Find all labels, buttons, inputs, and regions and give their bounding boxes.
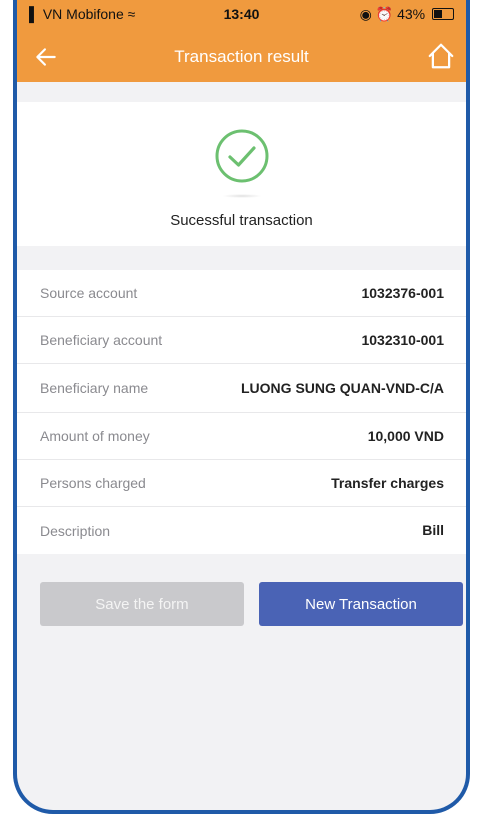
detail-row-persons-charged: Persons charged Transfer charges: [17, 460, 466, 507]
nav-bar: Transaction result: [17, 38, 466, 78]
detail-label: Beneficiary name: [40, 380, 149, 396]
status-right: ◉ ⏰ 43%: [360, 6, 454, 23]
detail-row-amount: Amount of money 10,000 VND: [17, 413, 466, 460]
detail-label: Source account: [40, 285, 138, 301]
home-icon[interactable]: [426, 41, 456, 71]
detail-value: Transfer charges: [331, 474, 444, 491]
detail-value: Bill: [422, 522, 444, 538]
detail-value: LUONG SUNG QUAN-VND-C/A: [241, 379, 444, 396]
app-header: ▌ VN Mobifone ≈ 13:40 ◉ ⏰ 43% Transactio…: [17, 0, 466, 82]
detail-row-beneficiary-name: Beneficiary name LUONG SUNG QUAN-VND-C/A: [17, 364, 466, 413]
battery-percent: 43%: [397, 6, 426, 22]
detail-row-beneficiary-account: Beneficiary account 1032310-001: [17, 317, 466, 364]
detail-label: Description: [40, 522, 111, 539]
detail-value: 10,000 VND: [367, 427, 444, 444]
status-bar: ▌ VN Mobifone ≈ 13:40 ◉ ⏰ 43%: [17, 0, 466, 28]
result-message: Sucessful transaction: [170, 212, 313, 229]
detail-label: Persons charged: [40, 475, 146, 491]
detail-value: 1032376-001: [361, 284, 444, 301]
detail-value: 1032310-001: [361, 331, 444, 348]
detail-row-description: Description Bill: [17, 507, 466, 554]
action-buttons: Save the form New Transaction: [17, 582, 466, 628]
save-form-button[interactable]: Save the form: [40, 582, 244, 626]
result-card: Sucessful transaction: [17, 102, 466, 246]
success-check-icon: [215, 129, 268, 183]
phone-frame: ▌ VN Mobifone ≈ 13:40 ◉ ⏰ 43% Transactio…: [13, 0, 470, 814]
detail-label: Beneficiary account: [40, 332, 163, 348]
page-title: Transaction result: [174, 47, 309, 66]
alarm-icon: ⏰: [375, 6, 394, 22]
battery-icon: [432, 8, 454, 20]
detail-row-source-account: Source account 1032376-001: [17, 270, 466, 317]
check-shadow: [221, 194, 262, 198]
transaction-details: Source account 1032376-001 Beneficiary a…: [17, 270, 466, 554]
new-transaction-button[interactable]: New Transaction: [259, 582, 463, 626]
detail-label: Amount of money: [40, 428, 150, 444]
lock-rotation-icon: ◉: [359, 6, 372, 22]
